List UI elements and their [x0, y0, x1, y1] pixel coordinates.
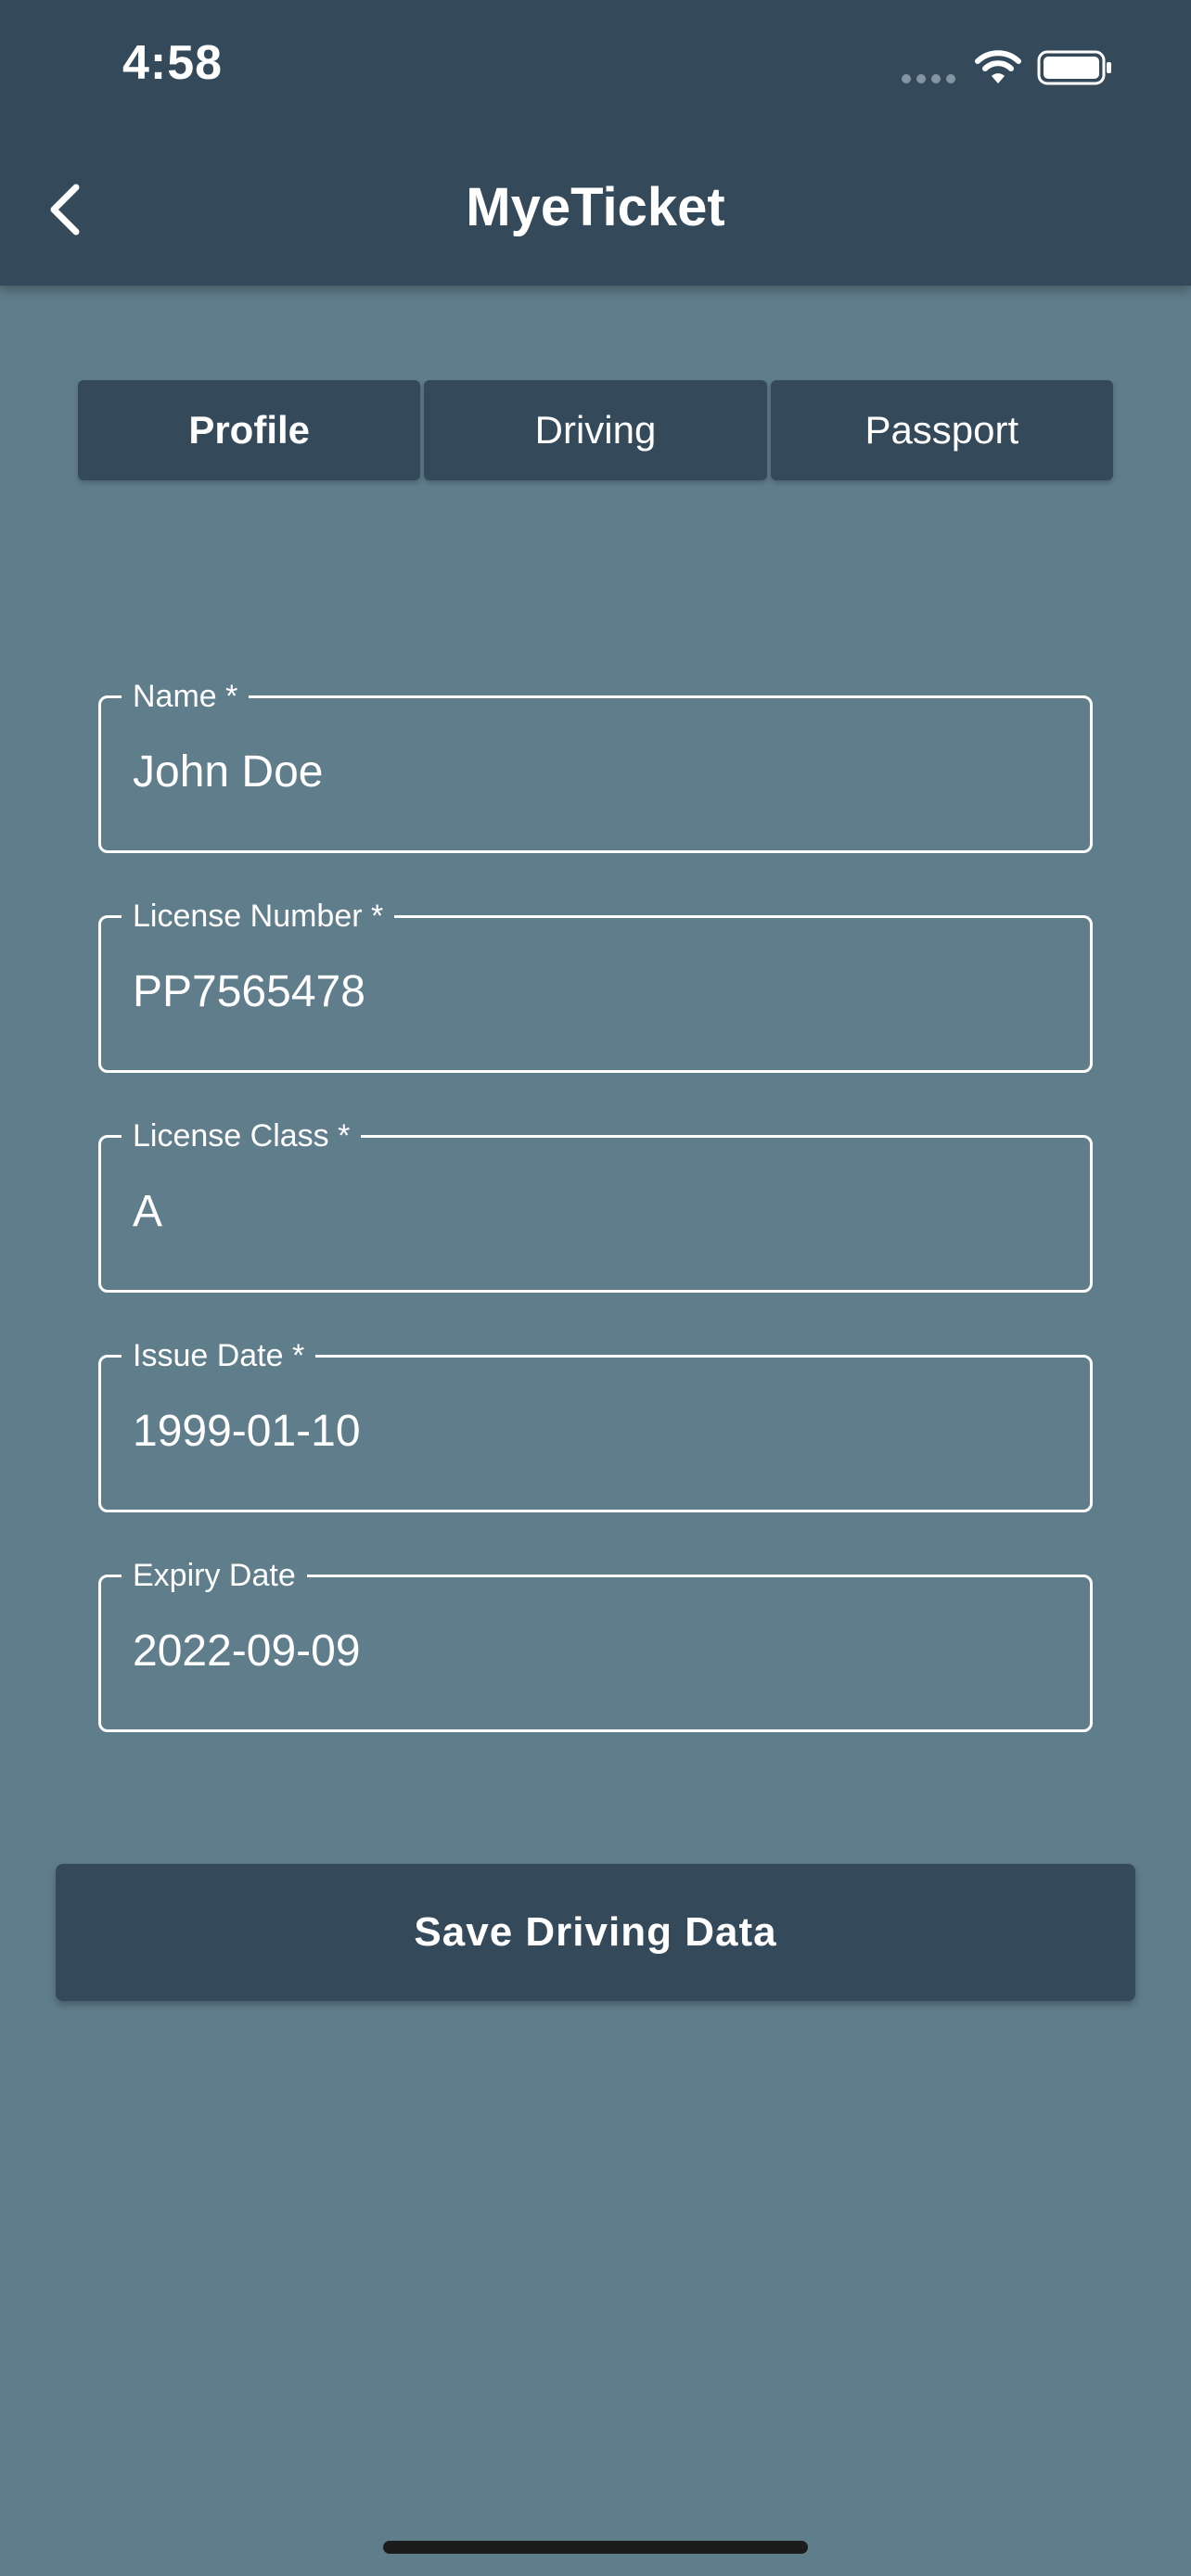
expiry-date-field: Expiry Date — [98, 1555, 1093, 1732]
expiry-date-label: Expiry Date — [122, 1555, 307, 1596]
cellular-signal-icon — [902, 74, 955, 83]
issue-date-field: Issue Date * — [98, 1335, 1093, 1512]
license-class-field: License Class * — [98, 1116, 1093, 1293]
save-driving-data-button[interactable]: Save Driving Data — [56, 1864, 1135, 2001]
name-field: Name * — [98, 676, 1093, 853]
wifi-icon — [975, 50, 1021, 83]
expiry-date-input[interactable] — [133, 1626, 1060, 1677]
tab-driving[interactable]: Driving — [424, 380, 767, 480]
issue-date-label: Issue Date * — [122, 1335, 316, 1376]
battery-icon — [1037, 50, 1111, 85]
license-number-field: License Number * — [98, 896, 1093, 1073]
status-time: 4:58 — [122, 36, 224, 90]
tab-profile[interactable]: Profile — [78, 380, 421, 480]
app-header: 4:58 MyeTicket — [0, 0, 1191, 286]
name-input[interactable] — [133, 746, 1060, 797]
license-class-label: License Class * — [122, 1116, 362, 1156]
license-number-label: License Number * — [122, 896, 395, 937]
home-indicator[interactable] — [383, 2541, 808, 2554]
tab-passport[interactable]: Passport — [770, 380, 1113, 480]
name-label: Name * — [122, 676, 250, 717]
license-number-input[interactable] — [133, 966, 1060, 1017]
issue-date-input[interactable] — [133, 1406, 1060, 1457]
license-class-input[interactable] — [133, 1186, 1060, 1237]
tab-bar: Profile Driving Passport — [78, 380, 1113, 480]
page-title: MyeTicket — [466, 177, 725, 237]
